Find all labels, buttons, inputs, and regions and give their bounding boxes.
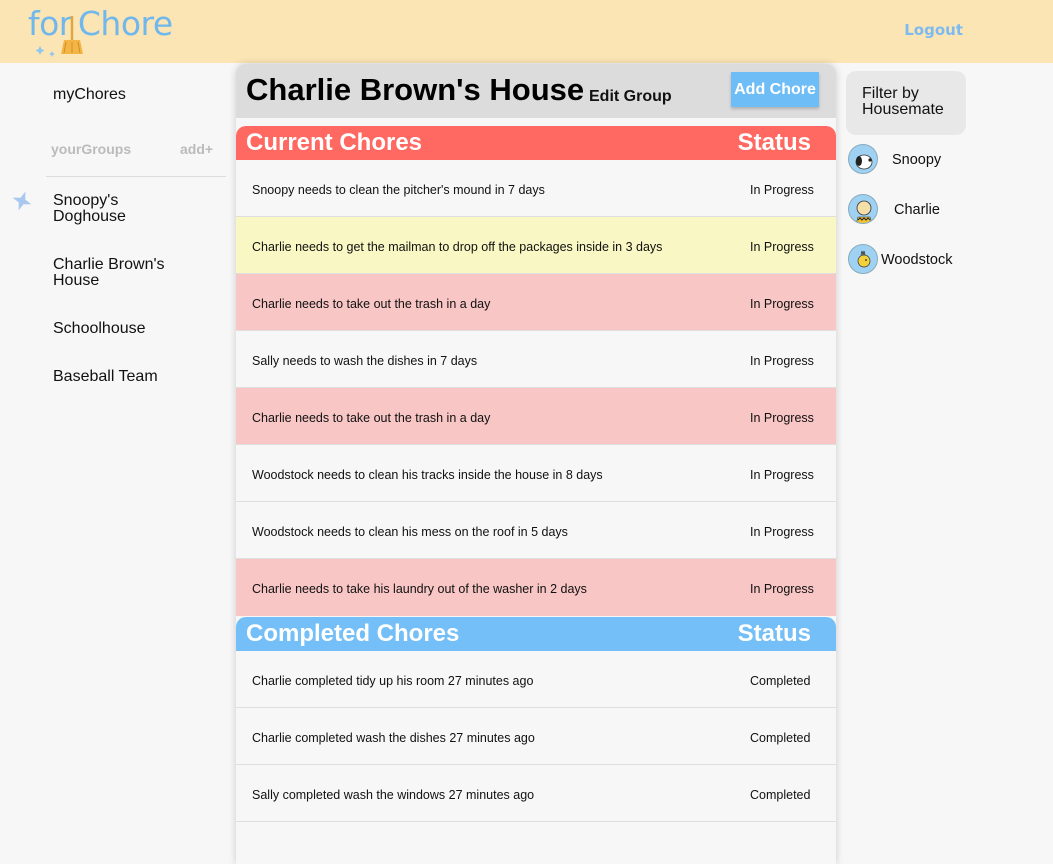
current-chores-title: Current Chores <box>246 129 423 156</box>
sidebar-item-baseball-team[interactable]: Baseball Team <box>53 369 158 385</box>
chore-status: In Progress <box>750 411 814 425</box>
edit-group-link[interactable]: Edit Group <box>589 88 672 106</box>
snoopy-avatar-icon <box>848 144 878 174</box>
sidebar-divider <box>46 176 226 177</box>
chores-panel: Charlie Brown's House Edit Group Add Cho… <box>236 64 836 864</box>
charlie-avatar-icon <box>848 194 878 224</box>
chore-status: In Progress <box>750 183 814 197</box>
housemate-filter-charlie[interactable]: Charlie <box>848 194 948 224</box>
sidebar-item-charlie-browns-house[interactable]: Charlie Brown's House <box>53 257 165 289</box>
logo-suffix: Chore <box>77 4 173 43</box>
housemate-name: Snoopy <box>892 152 942 168</box>
status-column-header: Status <box>737 620 811 647</box>
chore-status: In Progress <box>750 297 814 311</box>
group-header: Charlie Brown's House Edit Group Add Cho… <box>236 64 836 118</box>
chore-text: Snoopy needs to clean the pitcher's moun… <box>252 183 545 197</box>
chore-status: In Progress <box>750 468 814 482</box>
chore-text: Charlie completed wash the dishes 27 min… <box>252 731 535 745</box>
chore-status: In Progress <box>750 240 814 254</box>
chore-status: In Progress <box>750 525 814 539</box>
sidebar-item-label: House <box>53 272 100 289</box>
sidebar-item-label: Schoolhouse <box>53 320 146 337</box>
completed-chores-title: Completed Chores <box>246 620 460 647</box>
chore-row[interactable]: Charlie needs to take out the trash in a… <box>236 388 836 445</box>
chore-row[interactable]: Charlie completed wash the dishes 27 min… <box>236 708 836 765</box>
filter-title-line: Housemate <box>862 101 944 118</box>
completed-chores-header: Completed Chores Status <box>236 617 836 651</box>
chore-status: Completed <box>750 674 811 688</box>
chore-row[interactable]: Sally completed wash the windows 27 minu… <box>236 765 836 822</box>
sidebar-item-mychores[interactable]: myChores <box>53 87 126 103</box>
chore-text: Sally needs to wash the dishes in 7 days <box>252 354 478 368</box>
logo-prefix: for <box>28 4 72 43</box>
current-chores-header: Current Chores Status <box>236 126 836 160</box>
chore-row[interactable]: Woodstock needs to clean his mess on the… <box>236 502 836 559</box>
chore-row[interactable]: Woodstock needs to clean his tracks insi… <box>236 445 836 502</box>
chore-status: In Progress <box>750 354 814 368</box>
filter-title-line: Filter by <box>862 85 919 102</box>
sidebar-item-label: Snoopy's <box>53 192 119 209</box>
page-title: Charlie Brown's House <box>246 72 585 107</box>
sidebar-item-label: Baseball Team <box>53 368 158 385</box>
chore-status: Completed <box>750 788 811 802</box>
filter-title: Filter by Housemate <box>862 86 962 118</box>
chore-row[interactable]: Charlie needs to take his laundry out of… <box>236 559 836 616</box>
woodstock-avatar-icon <box>848 244 878 274</box>
add-chore-button[interactable]: Add Chore <box>731 72 819 107</box>
your-groups-heading: yourGroups <box>51 141 132 157</box>
housemate-filter-snoopy[interactable]: Snoopy <box>848 144 948 174</box>
app-logo[interactable]: for Chore <box>28 4 173 57</box>
sidebar-item-snoopys-doghouse[interactable]: Snoopy's Doghouse <box>53 193 126 225</box>
add-group-link[interactable]: add+ <box>180 141 213 157</box>
chore-text: Woodstock needs to clean his tracks insi… <box>252 468 603 482</box>
chore-text: Woodstock needs to clean his mess on the… <box>252 525 568 539</box>
chore-status: In Progress <box>750 582 814 596</box>
logout-link[interactable]: Logout <box>904 21 963 39</box>
chore-row[interactable]: Charlie completed tidy up his room 27 mi… <box>236 651 836 708</box>
housemate-name: Woodstock <box>881 252 953 268</box>
housemate-name: Charlie <box>894 202 940 218</box>
chore-row[interactable]: Charlie needs to take out the trash in a… <box>236 274 836 331</box>
active-group-star-icon <box>12 191 32 211</box>
completed-chores-list: Charlie completed tidy up his room 27 mi… <box>236 651 836 822</box>
sidebar-item-schoolhouse[interactable]: Schoolhouse <box>53 321 146 337</box>
chore-text: Sally completed wash the windows 27 minu… <box>252 788 535 802</box>
current-chores-list: Snoopy needs to clean the pitcher's moun… <box>236 160 836 616</box>
status-column-header: Status <box>737 129 811 156</box>
sidebar-item-label: Doghouse <box>53 208 126 225</box>
top-header: for Chore Logout <box>0 0 1053 63</box>
chore-status: Completed <box>750 731 811 745</box>
left-sidebar: myChores yourGroups add+ Snoopy's Doghou… <box>0 63 226 864</box>
filter-by-housemate-box: Filter by Housemate <box>846 71 966 135</box>
chore-row[interactable]: Sally needs to wash the dishes in 7 days… <box>236 331 836 388</box>
sidebar-item-label: Charlie Brown's <box>53 256 165 273</box>
chore-text: Charlie needs to take out the trash in a… <box>252 297 491 311</box>
chore-row[interactable]: Snoopy needs to clean the pitcher's moun… <box>236 160 836 217</box>
chore-row[interactable]: Charlie needs to get the mailman to drop… <box>236 217 836 274</box>
chore-text: Charlie needs to get the mailman to drop… <box>252 240 663 254</box>
housemate-filter-woodstock[interactable]: Woodstock <box>848 244 958 274</box>
chore-text: Charlie needs to take out the trash in a… <box>252 411 491 425</box>
chore-text: Charlie completed tidy up his room 27 mi… <box>252 674 534 688</box>
chore-text: Charlie needs to take his laundry out of… <box>252 582 587 596</box>
